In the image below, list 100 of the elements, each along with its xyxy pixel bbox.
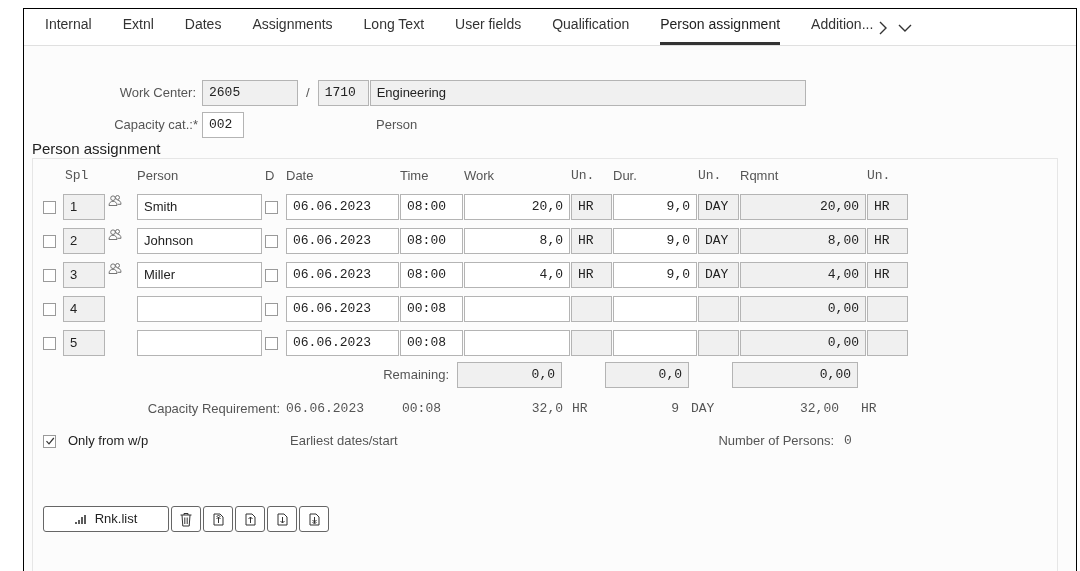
capacity-requirement-label: Capacity Requirement: xyxy=(146,400,281,419)
time-field[interactable]: 08:00 xyxy=(400,194,463,220)
d-checkbox[interactable] xyxy=(265,336,278,350)
move-top-button[interactable] xyxy=(203,506,233,532)
delete-button[interactable] xyxy=(171,506,201,532)
row-checkbox[interactable] xyxy=(43,234,56,248)
person-field[interactable] xyxy=(137,296,262,322)
work-field[interactable] xyxy=(464,296,570,322)
capacity-requirement-time: 00:08 xyxy=(402,400,442,419)
row-checkbox[interactable] xyxy=(43,268,56,282)
column-header: D xyxy=(265,166,276,185)
chevron-down-icon[interactable] xyxy=(898,23,913,33)
section-title: Person assignment xyxy=(32,140,162,158)
row-checkbox[interactable] xyxy=(43,302,56,316)
tab[interactable]: Qualification xyxy=(552,14,630,45)
row-checkbox[interactable] xyxy=(43,200,56,214)
work-unit-field: HR xyxy=(571,262,612,288)
duration-field[interactable] xyxy=(613,296,697,322)
split-number-field: 4 xyxy=(63,296,105,322)
requirement-field: 20,00 xyxy=(740,194,866,220)
people-icon xyxy=(108,195,122,207)
requirement-field: 4,00 xyxy=(740,262,866,288)
d-checkbox[interactable] xyxy=(265,268,278,282)
split-number-field: 3 xyxy=(63,262,105,288)
work-field[interactable] xyxy=(464,330,570,356)
duration-field[interactable]: 9,0 xyxy=(613,194,697,220)
date-field[interactable]: 06.06.2023 xyxy=(286,228,399,254)
work-field[interactable]: 20,0 xyxy=(464,194,570,220)
requirement-unit-field xyxy=(867,330,908,356)
remaining-label: Remaining: xyxy=(382,366,450,385)
only-from-wp-checkbox[interactable] xyxy=(43,434,56,448)
work-unit-field: HR xyxy=(571,194,612,220)
person-field[interactable]: Smith xyxy=(137,194,262,220)
d-checkbox[interactable] xyxy=(265,234,278,248)
requirement-field: 0,00 xyxy=(740,296,866,322)
tab[interactable]: Dates xyxy=(184,14,222,45)
chevron-right-icon[interactable] xyxy=(878,21,889,35)
remaining-work-field: 0,0 xyxy=(457,362,562,388)
column-header: Date xyxy=(286,166,315,185)
date-field[interactable]: 06.06.2023 xyxy=(286,330,399,356)
separator-text: / xyxy=(306,84,310,103)
requirement-field: 8,00 xyxy=(740,228,866,254)
capacity-requirement-duration-unit: DAY xyxy=(690,400,716,419)
work-field[interactable]: 4,0 xyxy=(464,262,570,288)
capacity-category-field[interactable]: 002 xyxy=(202,112,244,138)
tab[interactable]: Long Text xyxy=(363,14,425,45)
work-field[interactable]: 8,0 xyxy=(464,228,570,254)
tab[interactable]: Addition... xyxy=(811,14,874,45)
time-field[interactable]: 08:00 xyxy=(400,228,463,254)
column-header: Un. xyxy=(698,166,723,185)
page-arrow-down-icon xyxy=(274,511,290,527)
duration-field[interactable]: 9,0 xyxy=(613,228,697,254)
capacity-requirement-value: 32,00 xyxy=(799,400,839,419)
split-number-field: 5 xyxy=(63,330,105,356)
capacity-requirement-duration: 9 xyxy=(670,400,679,419)
requirement-field: 0,00 xyxy=(740,330,866,356)
requirement-unit-field: HR xyxy=(867,194,908,220)
work-center-name-field: Engineering xyxy=(369,80,806,106)
column-header: Dur. xyxy=(613,166,638,185)
time-field[interactable]: 08:00 xyxy=(400,262,463,288)
move-up-button[interactable] xyxy=(235,506,265,532)
duration-field[interactable]: 9,0 xyxy=(613,262,697,288)
only-from-wp-label: Only from w/p xyxy=(68,432,150,451)
ranking-list-button[interactable]: Rnk.list xyxy=(43,506,169,532)
duration-field[interactable] xyxy=(613,330,697,356)
tab[interactable]: User fields xyxy=(455,14,522,45)
column-header: Spl xyxy=(64,166,90,185)
duration-unit-field: DAY xyxy=(698,228,739,254)
d-checkbox[interactable] xyxy=(265,200,278,214)
date-field[interactable]: 06.06.2023 xyxy=(286,262,399,288)
tab[interactable]: Internal xyxy=(45,14,92,45)
move-down-button[interactable] xyxy=(267,506,297,532)
work-unit-field xyxy=(571,330,612,356)
time-field[interactable]: 00:08 xyxy=(400,296,463,322)
tab[interactable]: Extnl xyxy=(122,14,154,45)
person-field[interactable]: Johnson xyxy=(137,228,262,254)
date-field[interactable]: 06.06.2023 xyxy=(286,296,399,322)
person-field[interactable]: Miller xyxy=(137,262,262,288)
tab[interactable]: Assignments xyxy=(252,14,333,45)
row-checkbox[interactable] xyxy=(43,336,56,350)
page-arrow-up-icon xyxy=(210,511,226,527)
person-field[interactable] xyxy=(137,330,262,356)
duration-unit-field: DAY xyxy=(698,194,739,220)
work-unit-field xyxy=(571,296,612,322)
move-bottom-button[interactable] xyxy=(299,506,329,532)
people-icon xyxy=(108,263,122,275)
capacity-requirement-unit: HR xyxy=(860,400,877,419)
time-field[interactable]: 00:08 xyxy=(400,330,463,356)
trash-icon xyxy=(179,511,193,527)
date-field[interactable]: 06.06.2023 xyxy=(286,194,399,220)
column-header: Person xyxy=(137,166,180,185)
remaining-duration-field: 0,0 xyxy=(605,362,689,388)
d-checkbox[interactable] xyxy=(265,302,278,316)
column-header: Un. xyxy=(867,166,892,185)
people-icon xyxy=(108,229,122,241)
work-unit-field: HR xyxy=(571,228,612,254)
capacity-category-text: Person xyxy=(376,116,418,135)
page-arrow-down-icon xyxy=(306,511,322,527)
split-number-field: 1 xyxy=(63,194,105,220)
capacity-requirement-work: 32,0 xyxy=(530,400,563,419)
